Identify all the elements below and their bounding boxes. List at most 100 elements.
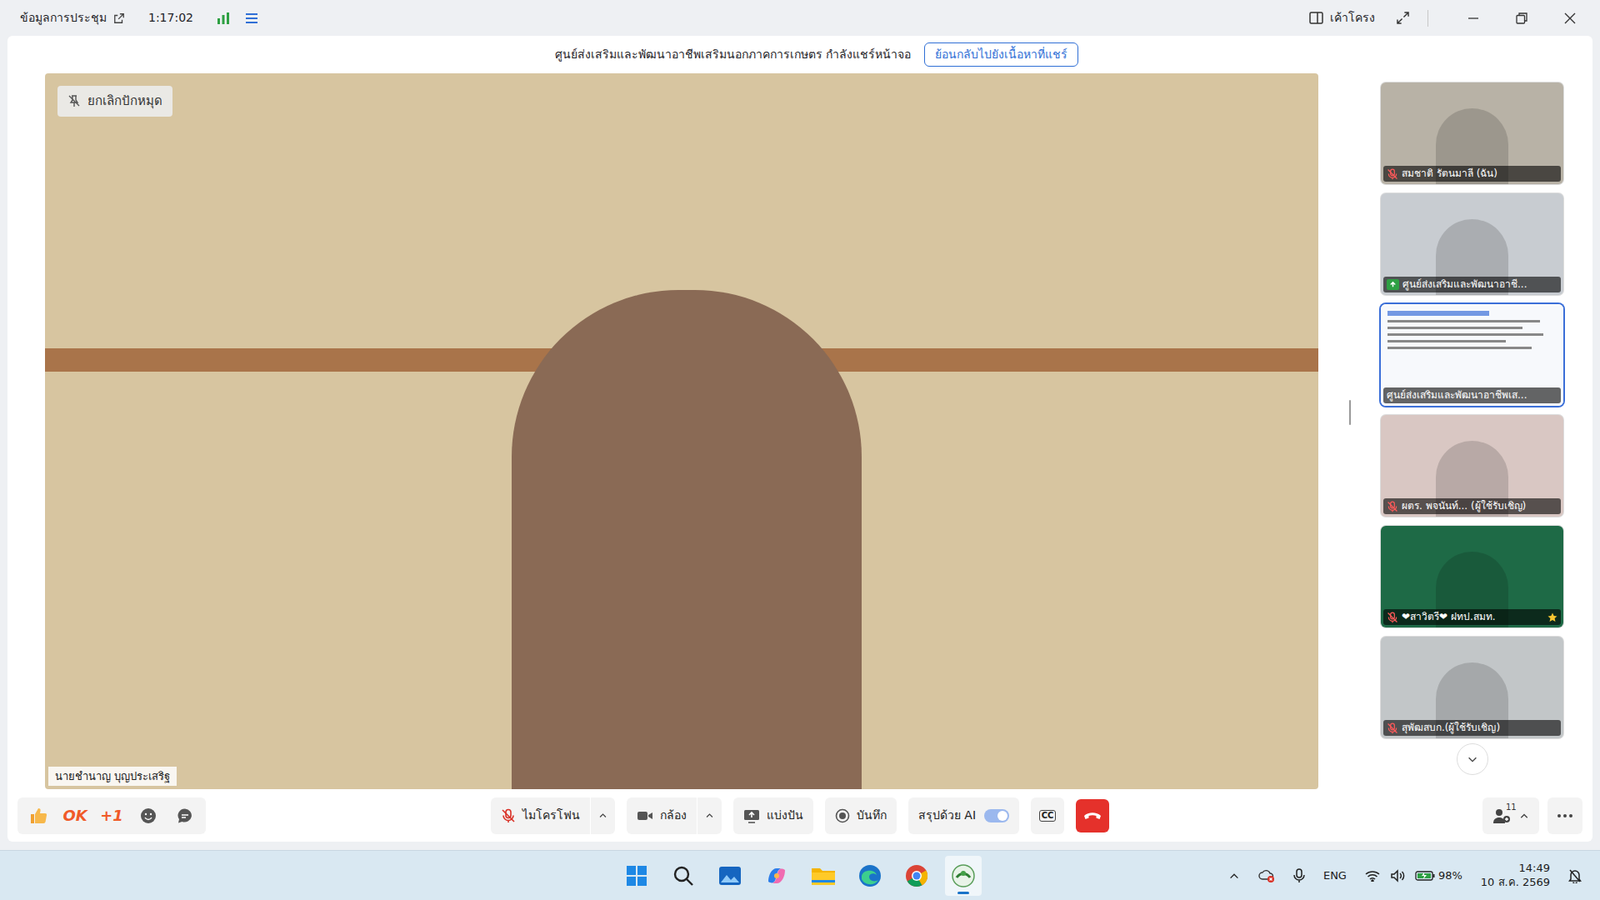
state-mark [1386,500,1399,513]
reaction-button[interactable]: OK [59,800,91,831]
label: สมชาติ รัตนมาลี (ฉัน) [1401,167,1498,180]
leave-button[interactable] [1075,799,1110,833]
record-icon [835,808,850,824]
reaction-button[interactable] [132,800,165,831]
wifi-icon[interactable] [1365,870,1380,882]
meeting-info-button[interactable]: ข้อมูลการประชุม [20,9,125,27]
scrollbar[interactable] [1349,400,1351,425]
reaction-button[interactable] [169,800,201,831]
participant-tile[interactable]: ❤สาวิตรี❤ ฝทป.สมท. [1380,525,1564,628]
list-icon[interactable] [245,12,259,25]
more-button[interactable] [1547,797,1583,835]
chevron-up-icon [598,810,608,820]
captions-button[interactable]: CC [1030,797,1065,835]
label: กล้อง [660,806,687,825]
screen-share-icon [1389,280,1397,289]
taskbar-app[interactable] [851,855,889,896]
clock[interactable]: 14:49 10 ส.ค. 2569 [1480,861,1550,890]
taskbar-app[interactable] [898,855,935,896]
participant-label: ❤สาวิตรี❤ ฝทป.สมท. [1383,609,1561,625]
taskbar-app[interactable] [618,855,655,896]
taskbar-app[interactable] [758,855,795,896]
label: 14:49 [1519,861,1550,875]
back-to-share-button[interactable]: ย้อนกลับไปยังเนื้อหาที่แชร์ [924,42,1079,67]
speaker-name: นายชำนาญ บุญประเสริฐ [48,766,177,787]
label: ข้อมูลการประชุม [20,9,107,27]
participant-label: สมชาติ รัตนมาลี (ฉัน) [1383,165,1561,182]
participant-tile[interactable]: ผตร. พจนันท์... (ผู้ใช้รับเชิญ) [1380,415,1564,517]
label: ศูนย์ส่งเสริมและพัฒนาอาชีพเส... [1386,389,1527,402]
mic-button[interactable]: ไมโครโฟน [490,797,615,835]
label: 98% [1438,867,1463,885]
state-mark [1547,612,1558,623]
state-mark [835,808,850,824]
notification-icon[interactable] [1568,868,1582,884]
file-explorer-icon [810,865,836,887]
label: เค้าโครง [1330,9,1375,27]
tray-chevron-icon[interactable] [1228,870,1240,882]
volume-icon[interactable] [1390,869,1405,883]
state-mark [636,809,654,823]
battery[interactable]: 98% [1415,867,1463,885]
state-mark [1386,722,1399,735]
copilot-icon [765,865,789,887]
participant-tile[interactable]: สุพัฒสบก.(ผู้ใช้รับเชิญ) [1380,636,1564,739]
state-mark [1386,279,1400,290]
label: แบ่งปัน [766,806,804,825]
label: 11 [1505,800,1517,814]
label: +1 [100,804,124,827]
stage: ยกเลิกปักหมุด นายชำนาญ บุญประเสริฐ สมชาต… [7,73,1593,790]
state-mark [984,809,1010,823]
taskbar-app[interactable] [711,855,749,896]
record-button[interactable]: บันทึก [825,797,897,835]
share-out-icon [113,12,125,25]
minimize-icon[interactable] [1466,11,1480,25]
label: ศูนย์ส่งเสริมและพัฒนาอาชี... [1402,278,1527,291]
label: OK [62,804,87,827]
taskbar-app[interactable] [805,855,842,896]
camera-button[interactable]: กล้อง [626,797,722,835]
input-language[interactable]: ENG [1323,867,1347,885]
mic-off-icon [1386,611,1399,624]
cloud-error-icon[interactable] [1258,868,1275,884]
state-mark [1386,168,1399,180]
participant-tile[interactable]: สมชาติ รัตนมาลี (ฉัน) [1380,82,1564,185]
reaction-button[interactable]: +1 [95,800,128,831]
fullscreen-icon[interactable] [1396,11,1410,25]
scroll-down-button[interactable] [1456,743,1489,775]
main-video: ยกเลิกปักหมุด นายชำนาญ บุญประเสริฐ [45,73,1319,790]
hang-up-icon [1083,810,1102,821]
mic-off-icon [500,808,516,824]
close-icon[interactable] [1563,11,1577,25]
layout-button[interactable]: เค้าโครง [1309,9,1375,27]
mic-off-icon [1386,500,1399,513]
meeting-app-icon [951,864,975,888]
microphone-icon[interactable] [1293,868,1305,884]
restore-icon[interactable] [1515,11,1529,25]
layout-icon [1309,11,1324,25]
battery-icon [1415,870,1435,882]
taskbar: ENG 98% 14:49 10 ส.ค. 2569 [0,850,1600,900]
signal-icon[interactable] [216,12,230,25]
reaction-button[interactable] [22,800,55,831]
label: CC [1039,810,1057,822]
ai-summary-toggle[interactable]: สรุปด้วย AI [908,797,1020,835]
unpin-icon [67,94,81,108]
chrome-icon [905,864,929,888]
participant-list: สมชาติ รัตนมาลี (ฉัน) ศูนย์ส่งเสริมและพัฒ… [1380,82,1564,739]
taskbar-app[interactable] [665,855,702,896]
participants-button[interactable]: 11 [1482,797,1540,835]
search-icon [672,865,695,887]
participant-tile[interactable]: ศูนย์ส่งเสริมและพัฒนาอาชีพเส... [1380,304,1564,406]
participant-label: ศูนย์ส่งเสริมและพัฒนาอาชีพเส... [1383,387,1561,404]
participant-tile[interactable]: ศูนย์ส่งเสริมและพัฒนาอาชี... [1380,193,1564,295]
share-button[interactable]: แบ่งปัน [733,797,814,835]
state-mark [743,808,760,824]
taskbar-app[interactable] [945,855,982,896]
chevron-up-icon [1519,810,1530,821]
emoji-icon [140,807,157,825]
label: สรุปด้วย AI [918,806,976,825]
label: ผตร. พจนันท์... (ผู้ใช้รับเชิญ) [1401,500,1526,513]
unpin-button[interactable]: ยกเลิกปักหมุด [57,85,173,117]
label: ❤สาวิตรี❤ ฝทป.สมท. [1401,610,1496,624]
